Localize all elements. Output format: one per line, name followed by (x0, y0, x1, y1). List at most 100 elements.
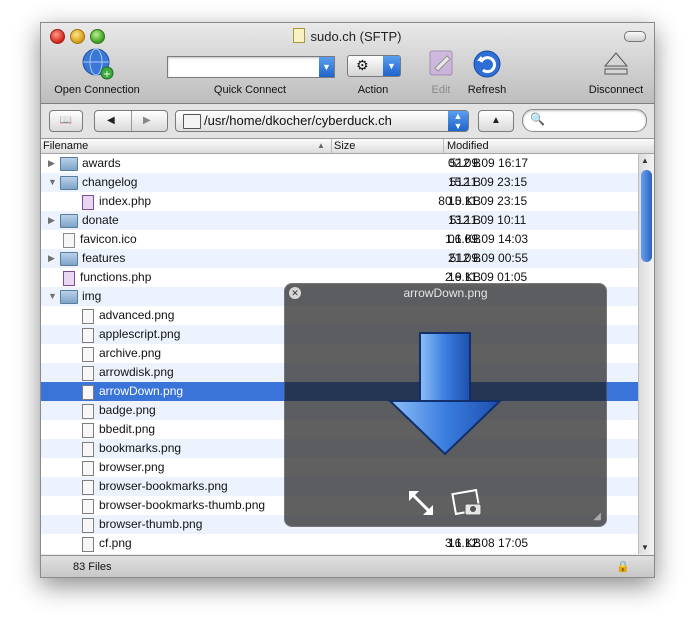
add-to-iphoto-icon[interactable] (451, 484, 487, 520)
filename-column-header[interactable]: Filename (41, 139, 332, 153)
file-row[interactable]: favicon.ico 1.1 KB 06.09.09 14:03 (41, 230, 638, 249)
image-file-icon (82, 347, 94, 362)
disclosure-collapsed-icon[interactable]: ▶ (48, 249, 55, 268)
action-label: Action (357, 84, 389, 96)
forward-arrow-icon[interactable]: ▶ (143, 111, 151, 131)
file-name: index.php (99, 194, 152, 208)
file-name: features (82, 251, 126, 265)
file-name: advanced.png (99, 308, 175, 322)
folder-icon (60, 214, 78, 228)
file-name: browser.png (99, 460, 165, 474)
column-header: Filename ▲ Size Modified (41, 139, 654, 154)
parent-directory-button[interactable]: ▲ (478, 110, 514, 132)
file-name: browser-bookmarks-thumb.png (99, 498, 266, 512)
up-arrow-icon: ▲ (491, 115, 501, 126)
file-name: favicon.ico (80, 232, 137, 246)
disclosure-collapsed-icon[interactable]: ▶ (48, 211, 55, 230)
file-modified: 02.09.09 16:17 (448, 156, 529, 170)
image-file-icon (82, 480, 94, 495)
search-icon: 🔍 (530, 112, 545, 126)
quick-connect-field[interactable]: ▼ (167, 56, 335, 78)
size-column-header[interactable]: Size (332, 139, 444, 153)
image-file-icon (82, 366, 94, 381)
file-modified: 15.11.09 23:15 (448, 175, 528, 189)
file-name: changelog (82, 175, 138, 189)
file-modified: 21.09.09 00:55 (448, 251, 529, 265)
quick-look-title: arrowDown.png (403, 286, 488, 300)
sort-ascending-icon: ▲ (317, 141, 325, 150)
path-dropdown-icon: ▲ ▼ (448, 111, 468, 131)
php-file-icon (63, 271, 75, 286)
file-modified: 16.12.08 17:05 (448, 536, 529, 550)
folder-icon (60, 157, 78, 171)
file-name: applescript.png (99, 327, 181, 341)
disconnect-button[interactable] (602, 50, 630, 78)
open-connection-label[interactable]: Open Connection (45, 84, 149, 96)
disclosure-expanded-icon[interactable]: ▼ (48, 173, 57, 192)
file-name: cf.png (99, 536, 132, 550)
scroll-thumb[interactable] (641, 170, 652, 262)
refresh-button[interactable] (471, 48, 503, 80)
fullscreen-icon[interactable] (405, 487, 437, 519)
back-arrow-icon[interactable]: ◀ (107, 111, 115, 131)
file-count: 83 Files (73, 561, 112, 573)
document-icon (293, 28, 306, 43)
scroll-down-arrow[interactable]: ▼ (641, 543, 649, 552)
file-name: bookmarks.png (99, 441, 182, 455)
chevron-down-icon: ▼ (383, 56, 400, 76)
file-name: badge.png (99, 403, 156, 417)
status-bar: 83 Files 🔒 (41, 555, 654, 577)
file-name: arrowdisk.png (99, 365, 174, 379)
folder-icon (60, 176, 78, 190)
file-name: bbedit.png (99, 422, 156, 436)
search-field[interactable]: 🔍 (522, 109, 647, 132)
open-connection-button[interactable]: + (81, 47, 115, 81)
file-row[interactable]: ▶ donate 512 B 13.11.09 10:11 (41, 211, 638, 230)
folder-icon (60, 290, 78, 304)
navigation-bar: 📖 ◀ ▶ /usr/home/dkocher/cyberduck.ch ▲ ▼ … (41, 104, 654, 139)
image-file-icon (82, 537, 94, 552)
file-modified: 13.11.09 10:11 (448, 213, 527, 227)
book-icon: 📖 (59, 115, 73, 126)
image-file-icon (82, 328, 94, 343)
file-row[interactable]: ▼ changelog 512 B 15.11.09 23:15 (41, 173, 638, 192)
bookmarks-button[interactable]: 📖 (49, 110, 83, 132)
current-path: /usr/home/dkocher/cyberduck.ch (204, 113, 392, 128)
file-icon (63, 233, 75, 248)
resize-grip-icon[interactable]: ◢ (593, 511, 601, 522)
image-file-icon (82, 385, 94, 400)
disconnect-label: Disconnect (588, 84, 644, 96)
file-row[interactable]: ▶ awards 512 B 02.09.09 16:17 (41, 154, 638, 173)
vertical-scrollbar[interactable]: ▲ ▼ (638, 154, 654, 554)
file-name: arrowDown.png (99, 384, 184, 398)
file-row[interactable]: index.php 80.0 KB 15.11.09 23:15 (41, 192, 638, 211)
image-file-icon (82, 442, 94, 457)
edit-button[interactable] (427, 48, 457, 80)
arrow-down-preview-icon (387, 332, 503, 456)
eject-icon (603, 52, 629, 75)
file-name: awards (82, 156, 121, 170)
toolbar: sudo.ch (SFTP) + Open Connection ▼ Quick… (41, 23, 654, 104)
edit-icon (429, 50, 453, 76)
scroll-up-arrow[interactable]: ▲ (641, 156, 649, 165)
image-file-icon (82, 423, 94, 438)
disclosure-collapsed-icon[interactable]: ▶ (48, 154, 55, 173)
divider (131, 111, 132, 131)
php-file-icon (82, 195, 94, 210)
file-modified: 15.11.09 23:15 (448, 194, 528, 208)
image-file-icon (82, 518, 94, 533)
quick-look-panel: ✕ arrowDown.png ◢ (284, 283, 607, 527)
file-row[interactable]: ▶ features 512 B 21.09.09 00:55 (41, 249, 638, 268)
quick-connect-dropdown[interactable]: ▼ (319, 57, 334, 77)
disclosure-expanded-icon[interactable]: ▼ (48, 287, 57, 306)
file-row[interactable]: cf.png 3.1 KB 16.12.08 17:05 (41, 534, 638, 553)
modified-column-header[interactable]: Modified (445, 139, 640, 153)
file-name: archive.png (99, 346, 162, 360)
path-selector[interactable]: /usr/home/dkocher/cyberduck.ch ▲ ▼ (175, 110, 469, 132)
file-name: donate (82, 213, 119, 227)
action-menu-button[interactable]: ⚙ ▼ (347, 55, 401, 77)
file-modified: 06.09.09 14:03 (448, 232, 529, 246)
window-title: sudo.ch (SFTP) (41, 28, 654, 44)
back-forward-buttons[interactable]: ◀ ▶ (94, 110, 168, 132)
image-file-icon (82, 309, 94, 324)
